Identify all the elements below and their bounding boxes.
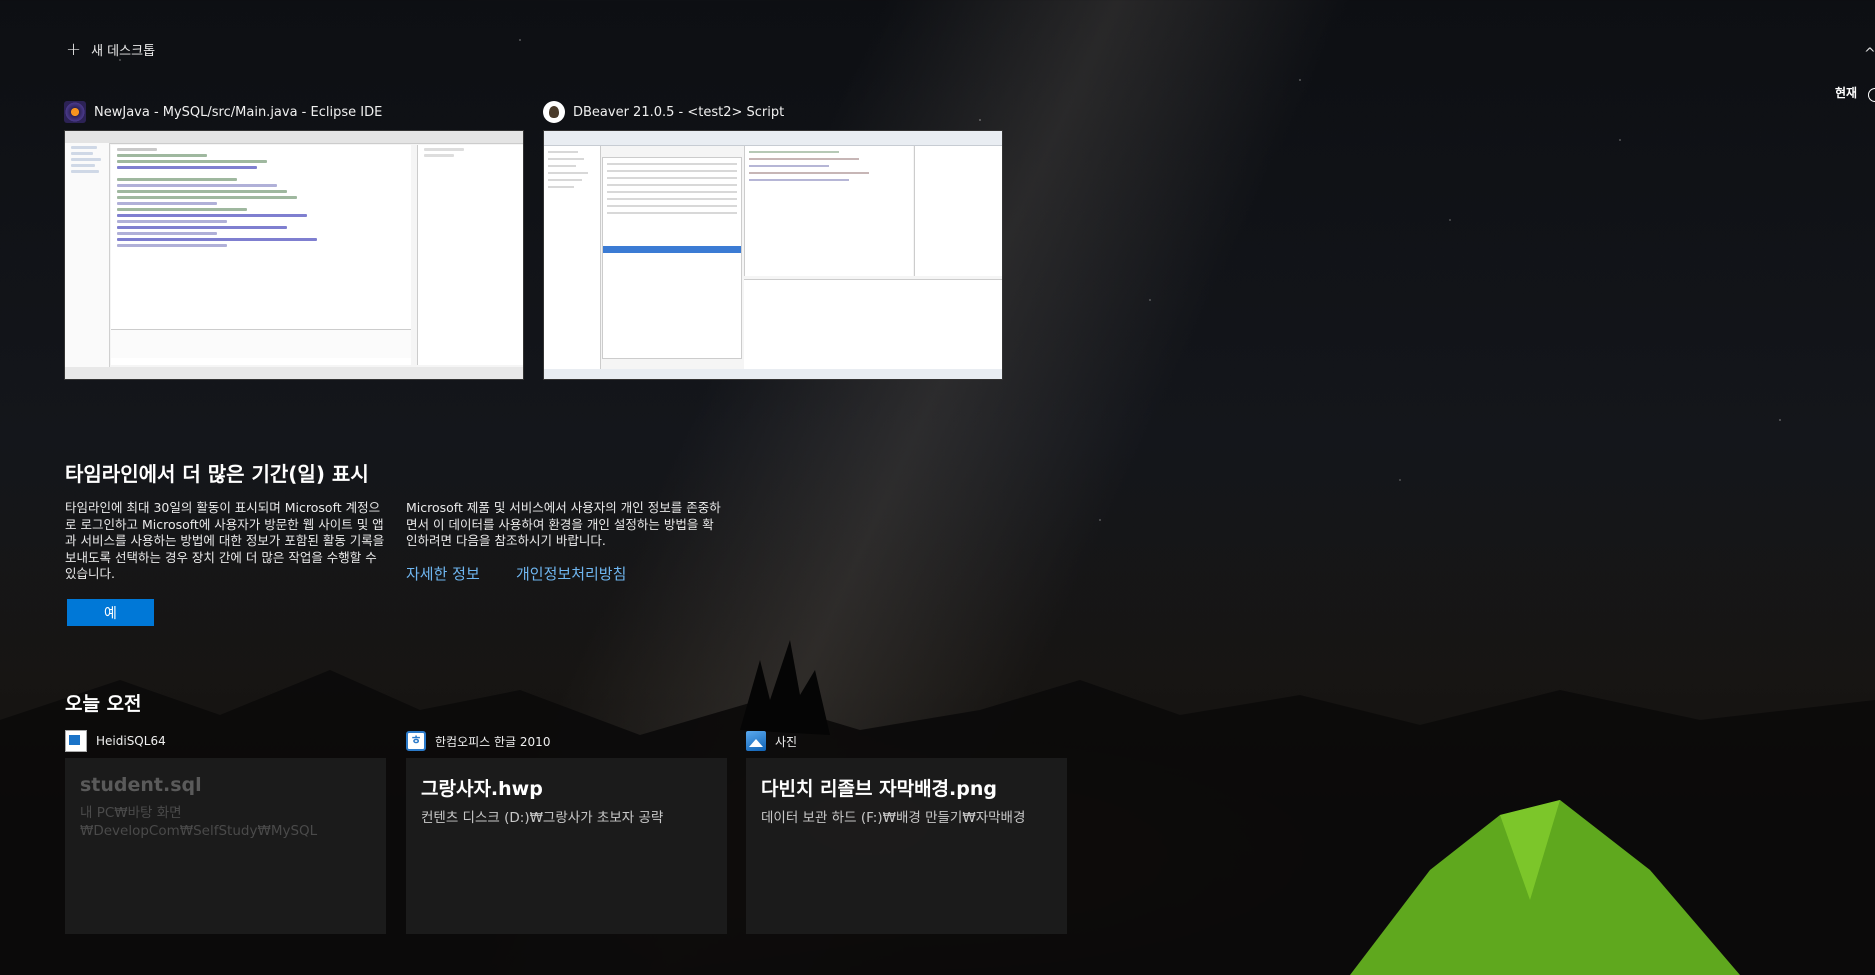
activity-path: 데이터 보관 하드 (F:)₩배경 만들기₩자막배경 <box>761 810 1026 826</box>
activity-item-hwp[interactable]: ㅎ 한컴오피스 한글 2010 그랑사자.hwp 컨텐츠 디스크 (D:)₩그랑… <box>406 730 727 934</box>
activity-title: student.sql <box>80 774 202 796</box>
activity-card[interactable]: 그랑사자.hwp 컨텐츠 디스크 (D:)₩그랑사가 초보자 공략 <box>406 758 727 934</box>
results-panel <box>744 279 1002 369</box>
activity-title: 다빈치 리졸브 자막배경.png <box>761 778 997 800</box>
activity-item-heidisql[interactable]: HeidiSQL64 student.sql 내 PC₩바탕 화면₩Develo… <box>65 730 386 934</box>
database-navigator <box>544 146 601 369</box>
sql-editor <box>744 146 913 276</box>
toolbar <box>544 131 1002 146</box>
window-title-bar: DBeaver 21.0.5 - <test2> Script <box>543 100 1001 124</box>
privacy-policy-link[interactable]: 개인정보처리방침 <box>516 563 626 584</box>
activity-app-name: HeidiSQL64 <box>96 734 166 748</box>
activity-title: 그랑사자.hwp <box>421 778 543 800</box>
new-desktop-label: 새 데스크톱 <box>91 44 156 59</box>
activity-app-name: 사진 <box>775 734 798 749</box>
window-card-eclipse[interactable]: NewJava - MySQL/src/Main.java - Eclipse … <box>64 100 524 380</box>
privacy-description: Microsoft 제품 및 서비스에서 사용자의 개인 정보를 존중하면서 이… <box>406 500 721 548</box>
section-title-today-morning: 오늘 오전 <box>65 693 142 715</box>
window-thumbnail[interactable] <box>64 130 524 380</box>
chevron-up-icon[interactable]: ^ <box>1864 46 1875 62</box>
status-bar <box>544 369 1002 379</box>
package-explorer <box>65 143 110 367</box>
eclipse-icon <box>64 101 86 123</box>
activity-card[interactable]: 다빈치 리졸브 자막배경.png 데이터 보관 하드 (F:)₩배경 만들기₩자… <box>746 758 1067 934</box>
activity-app-header: 사진 <box>746 730 1067 752</box>
plus-icon: + <box>66 38 82 60</box>
data-grid <box>602 157 742 359</box>
timeline-now-marker[interactable] <box>1868 88 1875 102</box>
window-card-dbeaver[interactable]: DBeaver 21.0.5 - <test2> Script <box>543 100 1003 380</box>
properties-panel <box>914 146 1002 276</box>
activity-app-header: ㅎ 한컴오피스 한글 2010 <box>406 730 727 752</box>
timeline-promo-title: 타임라인에서 더 많은 기간(일) 표시 <box>65 462 369 486</box>
window-title: DBeaver 21.0.5 - <test2> Script <box>573 104 785 120</box>
timeline-promo-description: 타임라인에 최대 30일의 활동이 표시되며 Microsoft 계정으로 로그… <box>65 500 385 581</box>
hwp-icon: ㅎ <box>406 731 426 751</box>
yes-button[interactable]: 예 <box>67 599 154 626</box>
activity-card[interactable]: student.sql 내 PC₩바탕 화면₩DevelopCom₩SelfSt… <box>65 758 386 934</box>
activity-path: 내 PC₩바탕 화면₩DevelopCom₩SelfStudy₩MySQL <box>80 805 318 839</box>
status-bar <box>65 367 523 379</box>
new-desktop-button[interactable]: + 새 데스크톱 <box>66 40 155 59</box>
photos-icon <box>746 731 766 751</box>
window-thumbnail[interactable] <box>543 130 1003 380</box>
dbeaver-icon <box>543 101 565 123</box>
window-title: NewJava - MySQL/src/Main.java - Eclipse … <box>94 104 383 120</box>
activity-app-name: 한컴오피스 한글 2010 <box>435 734 551 749</box>
more-info-link[interactable]: 자세한 정보 <box>406 563 480 584</box>
activity-item-photos[interactable]: 사진 다빈치 리졸브 자막배경.png 데이터 보관 하드 (F:)₩배경 만들… <box>746 730 1067 934</box>
console-panel <box>111 329 411 358</box>
outline-panel <box>417 145 523 365</box>
window-title-bar: NewJava - MySQL/src/Main.java - Eclipse … <box>64 100 522 124</box>
timeline-now-label: 현재 <box>1835 86 1858 100</box>
activity-app-header: HeidiSQL64 <box>65 730 386 752</box>
activity-path: 컨텐츠 디스크 (D:)₩그랑사가 초보자 공략 <box>421 810 664 826</box>
heidisql-icon <box>65 730 87 752</box>
toolbar <box>65 131 523 144</box>
